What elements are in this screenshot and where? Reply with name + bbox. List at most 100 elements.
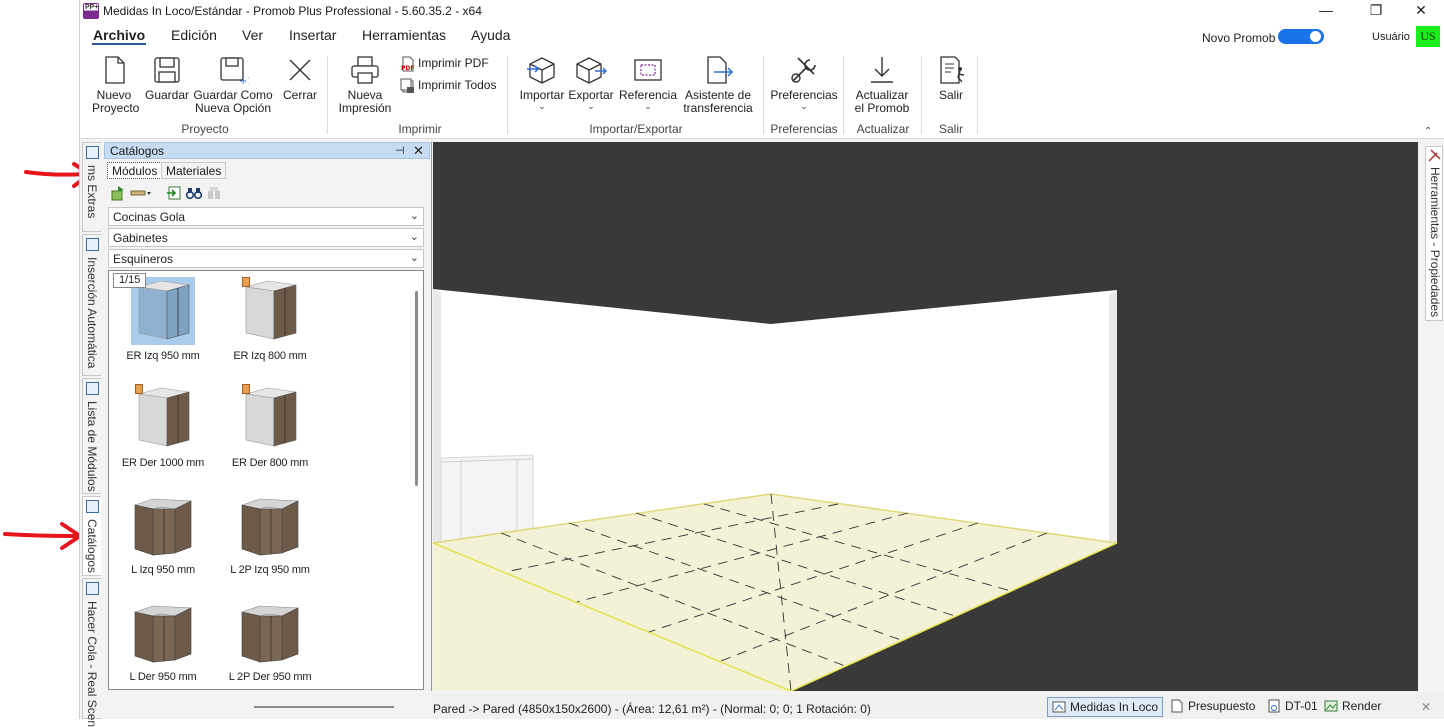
actualizar-button[interactable]: Actualizar el Promob xyxy=(852,54,912,115)
guardar-como-button[interactable]: +1 Guardar Como Nueva Opción xyxy=(192,54,274,115)
module-thumbnail[interactable] xyxy=(238,598,302,666)
3d-viewport[interactable] xyxy=(432,142,1418,692)
tab-modulos[interactable]: Módulos xyxy=(107,162,163,179)
save-as-icon: +1 xyxy=(220,57,249,86)
menu-herramientas[interactable]: Herramientas xyxy=(362,27,446,43)
module-item[interactable]: L 2P Izq 950 mm xyxy=(220,491,320,576)
window-title: Medidas In Loco/Estándar - Promob Plus P… xyxy=(103,4,482,18)
desktop-margin xyxy=(0,0,79,719)
tab-hacer-cola[interactable]: Hacer Cola - Real Scen xyxy=(82,578,101,727)
asistente-transferencia-button[interactable]: Asistente de transferencia xyxy=(680,54,756,115)
exportar-button[interactable]: Exportar ⌄ xyxy=(566,54,616,111)
catalog-close-icon[interactable]: ✕ xyxy=(413,143,424,159)
active-menu-underline xyxy=(92,43,146,45)
export-list-icon[interactable] xyxy=(166,185,182,201)
maximize-button[interactable]: ❐ xyxy=(1353,0,1399,23)
print-all-icon xyxy=(400,78,414,93)
nuevo-proyecto-button[interactable]: Nuevo Proyecto xyxy=(92,54,139,115)
pin-icon[interactable]: ⊣ xyxy=(395,144,405,157)
preferencias-button[interactable]: Preferencias ⌄ xyxy=(770,54,838,111)
status-dt01-button[interactable]: DT-01 xyxy=(1263,697,1322,717)
group-imprimir-label: Imprimir xyxy=(398,122,442,136)
auto-insert-icon xyxy=(86,238,99,251)
importar-label: Importar xyxy=(519,88,565,102)
menu-edicion[interactable]: Edición xyxy=(171,27,217,43)
toggle-knob xyxy=(1310,31,1321,42)
tab-materiales[interactable]: Materiales xyxy=(161,162,227,179)
referencia-button[interactable]: Referencia ⌄ xyxy=(618,54,678,111)
insert-module-icon[interactable] xyxy=(110,185,126,201)
corner-cabinet-thumbnail xyxy=(245,387,297,447)
l-cabinet-thumbnail xyxy=(133,498,193,556)
status-presupuesto-button[interactable]: Presupuesto xyxy=(1166,697,1259,717)
binoculars-icon[interactable] xyxy=(186,185,202,201)
tab-herramientas-propiedades[interactable]: Herramientas - Propiedades xyxy=(1425,146,1443,321)
measure-dropdown-icon[interactable] xyxy=(130,185,152,201)
status-close-icon[interactable]: ✕ xyxy=(1421,700,1431,714)
tab-catalogos[interactable]: Catálogos xyxy=(82,496,101,576)
module-thumbnail[interactable] xyxy=(238,491,302,559)
module-thumbnail[interactable] xyxy=(238,277,302,345)
usuario-label: Usuário xyxy=(1372,31,1410,43)
tab-items-extras-label: ms Extras xyxy=(85,165,99,219)
transfer-document-icon xyxy=(707,56,734,84)
vertical-scrollbar[interactable] xyxy=(415,291,418,486)
imprimir-pdf-button[interactable]: PDF Imprimir PDF xyxy=(400,56,489,72)
module-item[interactable]: ER Der 800 mm xyxy=(220,384,320,469)
imprimir-todos-button[interactable]: Imprimir Todos xyxy=(400,78,496,94)
module-item[interactable]: ER Izq 800 mm xyxy=(220,277,320,362)
collapse-ribbon-icon[interactable]: ⌃ xyxy=(1424,126,1432,137)
group-separator xyxy=(921,56,922,134)
right-tab-strip: Herramientas - Propiedades xyxy=(1423,142,1444,719)
menu-insertar[interactable]: Insertar xyxy=(289,27,336,43)
user-avatar[interactable]: US xyxy=(1416,26,1440,47)
subcategory-select[interactable]: Gabinetes ⌄ xyxy=(108,228,424,247)
menu-ayuda[interactable]: Ayuda xyxy=(471,27,510,43)
module-thumbnail[interactable] xyxy=(131,491,195,559)
module-item[interactable]: ER Der 1000 mm xyxy=(113,384,213,469)
group-preferencias-label: Preferencias xyxy=(770,122,838,136)
asistente-label-1: Asistente de xyxy=(684,88,752,102)
actualizar-label-2: el Promob xyxy=(854,101,910,115)
tools-icon xyxy=(1428,149,1441,162)
module-thumbnail[interactable] xyxy=(131,384,195,452)
status-render-button[interactable]: Render xyxy=(1320,697,1385,717)
group-separator xyxy=(327,56,328,134)
salir-button[interactable]: Salir xyxy=(931,54,971,102)
module-label: ER Izq 950 mm xyxy=(126,350,200,362)
group-select[interactable]: Esquineros ⌄ xyxy=(108,249,424,268)
status-medidas-in-loco-button[interactable]: Medidas In Loco xyxy=(1047,697,1164,717)
module-item[interactable]: L Izq 950 mm xyxy=(113,491,213,576)
module-item[interactable]: ER Izq 950 mm xyxy=(113,277,213,362)
novo-promob-toggle[interactable] xyxy=(1278,29,1324,44)
module-label: L 2P Der 950 mm xyxy=(228,671,312,683)
menu-archivo[interactable]: Archivo xyxy=(93,27,145,43)
minimize-button[interactable]: — xyxy=(1303,0,1349,23)
module-thumbnail[interactable] xyxy=(238,384,302,452)
menu-ver[interactable]: Ver xyxy=(242,27,263,43)
tab-lista-de-modulos[interactable]: Lista de Módulos xyxy=(82,378,101,494)
tab-items-extras[interactable]: ms Extras xyxy=(82,142,101,232)
download-arrow-icon xyxy=(871,57,893,83)
group-separator xyxy=(507,56,508,134)
tab-insercion-automatica[interactable]: Inserción Automática xyxy=(82,234,101,376)
left-tab-strip: ms Extras Inserción Automática Lista de … xyxy=(80,142,102,727)
tab-herramientas-propiedades-label: Herramientas - Propiedades xyxy=(1428,167,1442,318)
cerrar-button[interactable]: Cerrar xyxy=(280,54,320,102)
module-item[interactable]: L Der 950 mm xyxy=(113,598,213,683)
ribbon: Nuevo Proyecto Guardar +1 Guardar Como N… xyxy=(80,50,1444,139)
imprimir-todos-label: Imprimir Todos xyxy=(418,78,497,93)
nueva-impresion-button[interactable]: Nueva Impresión xyxy=(336,54,394,115)
horizontal-scrollbar[interactable] xyxy=(254,706,394,708)
reference-frame-icon xyxy=(634,59,662,81)
module-thumbnail[interactable] xyxy=(131,598,195,666)
guardar-button[interactable]: Guardar xyxy=(144,54,190,102)
group-importar-exportar-label: Importar/Exportar xyxy=(589,122,683,136)
module-label: ER Der 1000 mm xyxy=(121,457,205,469)
importar-button[interactable]: Importar ⌄ xyxy=(517,54,567,111)
category-select[interactable]: Cocinas Gola ⌄ xyxy=(108,207,424,226)
room-3d-render xyxy=(432,289,1118,692)
module-tag-icon xyxy=(135,384,143,394)
module-item[interactable]: L 2P Der 950 mm xyxy=(220,598,320,683)
close-button[interactable]: ✕ xyxy=(1398,0,1444,23)
